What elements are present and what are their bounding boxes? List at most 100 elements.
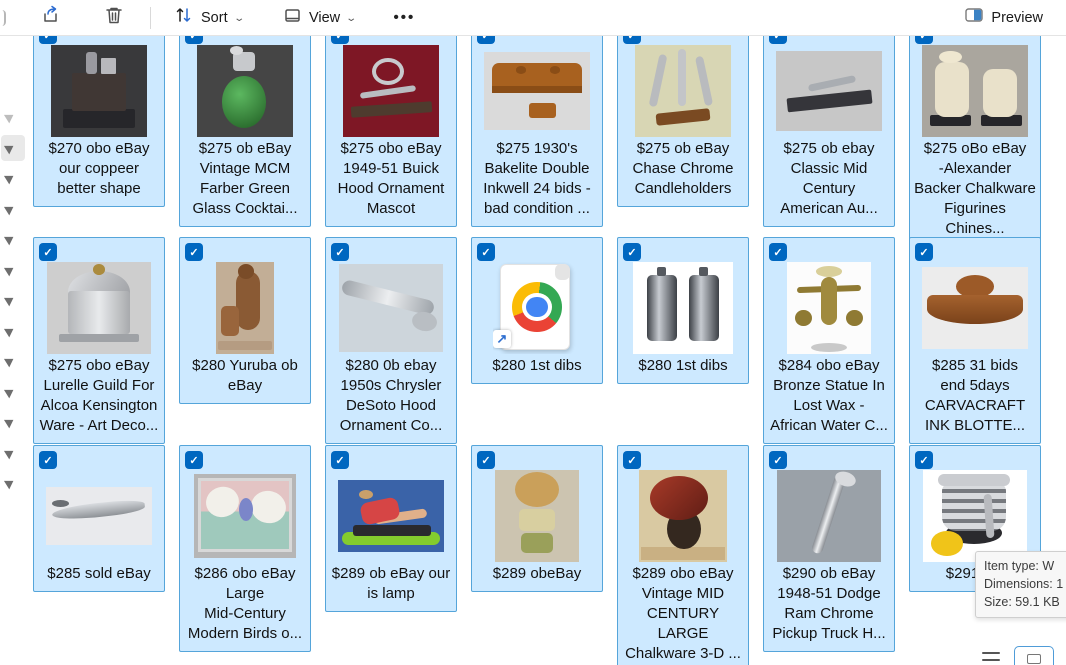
view-button[interactable]: View ⌄	[274, 3, 365, 33]
file-tile[interactable]: ✓$275 obo eBay Lurelle Guild For Alcoa K…	[33, 237, 165, 444]
details-view-toggle[interactable]	[982, 646, 1000, 665]
file-tile[interactable]: ✓$270 obo eBay our coppeer better shape	[33, 20, 165, 207]
file-name-label: $275 oBo eBay -Alexander Backer Chalkwar…	[910, 137, 1040, 246]
thumbnail-art-shape	[811, 343, 848, 352]
thumbnail-art-shape	[657, 267, 666, 276]
thumbnail-art-shape	[239, 498, 253, 522]
file-checkbox-checked[interactable]: ✓	[39, 451, 57, 469]
thumbnail-art-shape	[678, 49, 686, 106]
thumbnail-art-shape	[811, 474, 847, 555]
file-tile[interactable]: ✓$275 ob ebay Classic Mid Century Americ…	[763, 20, 895, 227]
thumbnail-art-shape	[353, 525, 431, 537]
file-tile[interactable]: ✓$275 obo eBay 1949-51 Buick Hood Orname…	[325, 20, 457, 227]
thumbnail-art-shape	[52, 500, 69, 507]
file-tile[interactable]: ✓$290 ob eBay 1948-51 Dodge Ram Chrome P…	[763, 445, 895, 652]
file-thumbnail	[787, 262, 871, 354]
file-name-label: $275 ob ebay Classic Mid Century America…	[764, 137, 894, 226]
tree-expand-chevron-icon[interactable]	[4, 385, 16, 398]
file-checkbox-checked[interactable]: ✓	[331, 451, 349, 469]
tooltip-item-type: Item type: W	[984, 557, 1066, 575]
thumbnail-art-shape	[233, 52, 254, 70]
file-name-label: $286 obo eBay Large Mid-Century Modern B…	[180, 562, 310, 651]
thumbnail-art-shape	[222, 76, 266, 128]
tree-expand-chevron-icon[interactable]	[4, 172, 16, 185]
large-thumbnails-view-toggle[interactable]	[1014, 646, 1054, 665]
tree-expand-chevron-icon[interactable]	[4, 355, 16, 368]
file-tile[interactable]: ✓$285 31 bids end 5days CARVACRAFT INK B…	[909, 237, 1041, 444]
thumbnail-art-shape	[360, 85, 416, 99]
file-tile[interactable]: ✓$275 ob eBay Vintage MCM Farber Green G…	[179, 20, 311, 227]
file-tile[interactable]: ✓ $289 ob eBay our is lamp	[325, 445, 457, 612]
file-checkbox-checked[interactable]: ✓	[915, 451, 933, 469]
file-checkbox-checked[interactable]: ✓	[185, 451, 203, 469]
file-tile[interactable]: ✓ $286 obo eBay Large Mid-Century Modern …	[179, 445, 311, 652]
thumbnail-art-shape	[938, 474, 1011, 486]
thumbnail-art-shape	[372, 58, 405, 86]
file-thumbnail	[923, 470, 1027, 562]
tree-expand-chevron-icon[interactable]	[4, 416, 16, 429]
sort-button[interactable]: Sort ⌄	[165, 3, 252, 33]
file-checkbox-checked[interactable]: ✓	[477, 451, 495, 469]
file-checkbox-checked[interactable]: ✓	[769, 451, 787, 469]
file-tile[interactable]: ✓$275 ob eBay Chase Chrome Candleholders	[617, 20, 749, 207]
file-checkbox-checked[interactable]: ✓	[769, 243, 787, 261]
file-grid-row: ✓$275 obo eBay Lurelle Guild For Alcoa K…	[33, 237, 1041, 444]
more-button[interactable]: •••	[385, 3, 425, 33]
preview-button[interactable]: Preview	[955, 3, 1052, 33]
file-tile[interactable]: ✓$280 0b ebay 1950s Chrysler DeSoto Hood…	[325, 237, 457, 444]
file-checkbox-checked[interactable]: ✓	[623, 243, 641, 261]
file-checkbox-checked[interactable]: ✓	[39, 243, 57, 261]
thumbnail-art-shape	[795, 310, 812, 327]
file-thumbnail-area	[326, 470, 456, 562]
statusbar-view-toggles	[982, 646, 1054, 665]
share-button[interactable]	[32, 3, 70, 33]
file-thumbnail	[922, 267, 1028, 349]
file-tile[interactable]: ✓↗$280 1st dibs	[471, 237, 603, 384]
file-thumbnail	[343, 45, 439, 137]
tree-expand-chevron-icon[interactable]	[4, 446, 16, 459]
thumbnail-art-shape	[230, 46, 243, 55]
delete-icon	[105, 5, 123, 30]
thumbnail-art-shape	[515, 472, 559, 507]
file-name-label: $275 ob eBay Vintage MCM Farber Green Gl…	[180, 137, 310, 226]
file-tile[interactable]: ✓$289 obo eBay Vintage MID CENTURY LARGE…	[617, 445, 749, 665]
file-tile[interactable]: ✓$284 obo eBay Bronze Statue In Lost Wax…	[763, 237, 895, 444]
file-thumbnail-area	[910, 470, 1040, 562]
file-thumbnail	[51, 45, 147, 137]
file-thumbnail	[339, 264, 443, 352]
tree-expand-chevron-icon[interactable]	[4, 111, 16, 124]
file-tile[interactable]: ✓$275 oBo eBay -Alexander Backer Chalkwa…	[909, 20, 1041, 247]
file-thumbnail-area	[764, 470, 894, 562]
file-checkbox-checked[interactable]: ✓	[623, 451, 641, 469]
thumbnail-art-shape	[516, 66, 527, 74]
tree-expand-chevron-icon[interactable]	[4, 324, 16, 337]
thumbnail-art-shape	[649, 54, 668, 108]
thumbnail-art-shape	[935, 62, 969, 117]
chevron-down-icon: ⌄	[233, 13, 245, 24]
file-thumbnail-area	[764, 45, 894, 137]
preview-pane-icon	[964, 6, 984, 29]
thumbnail-art-shape	[942, 483, 1006, 531]
file-thumbnail-area	[34, 262, 164, 354]
tree-expand-chevron-icon[interactable]	[4, 233, 16, 246]
file-tile[interactable]: ✓$280 1st dibs	[617, 237, 749, 384]
file-checkbox-checked[interactable]: ✓	[915, 243, 933, 261]
file-tile[interactable]: ✓$275 1930's Bakelite Double Inkwell 24 …	[471, 20, 603, 227]
file-name-label: $289 ob eBay our is lamp	[326, 562, 456, 611]
tree-expand-chevron-icon[interactable]	[4, 263, 16, 276]
tree-expand-chevron-icon[interactable]	[4, 294, 16, 307]
file-checkbox-checked[interactable]: ✓	[185, 243, 203, 261]
file-checkbox-checked[interactable]: ✓	[331, 243, 349, 261]
tree-expand-chevron-icon[interactable]	[4, 202, 16, 215]
file-tile[interactable]: ✓$289 obeBay	[471, 445, 603, 592]
file-name-label: $280 1st dibs	[472, 354, 602, 383]
file-tile[interactable]: ✓$280 Yuruba ob eBay	[179, 237, 311, 404]
file-tile[interactable]: ✓$285 sold eBay	[33, 445, 165, 592]
file-thumbnail	[776, 51, 882, 131]
thumbnail-art-shape	[656, 108, 711, 126]
delete-button[interactable]	[96, 3, 132, 33]
thumbnail-art-shape	[927, 295, 1022, 325]
file-checkbox-checked[interactable]: ✓	[477, 243, 495, 261]
tree-expand-chevron-icon[interactable]	[4, 477, 16, 490]
file-thumbnail-area	[910, 45, 1040, 137]
